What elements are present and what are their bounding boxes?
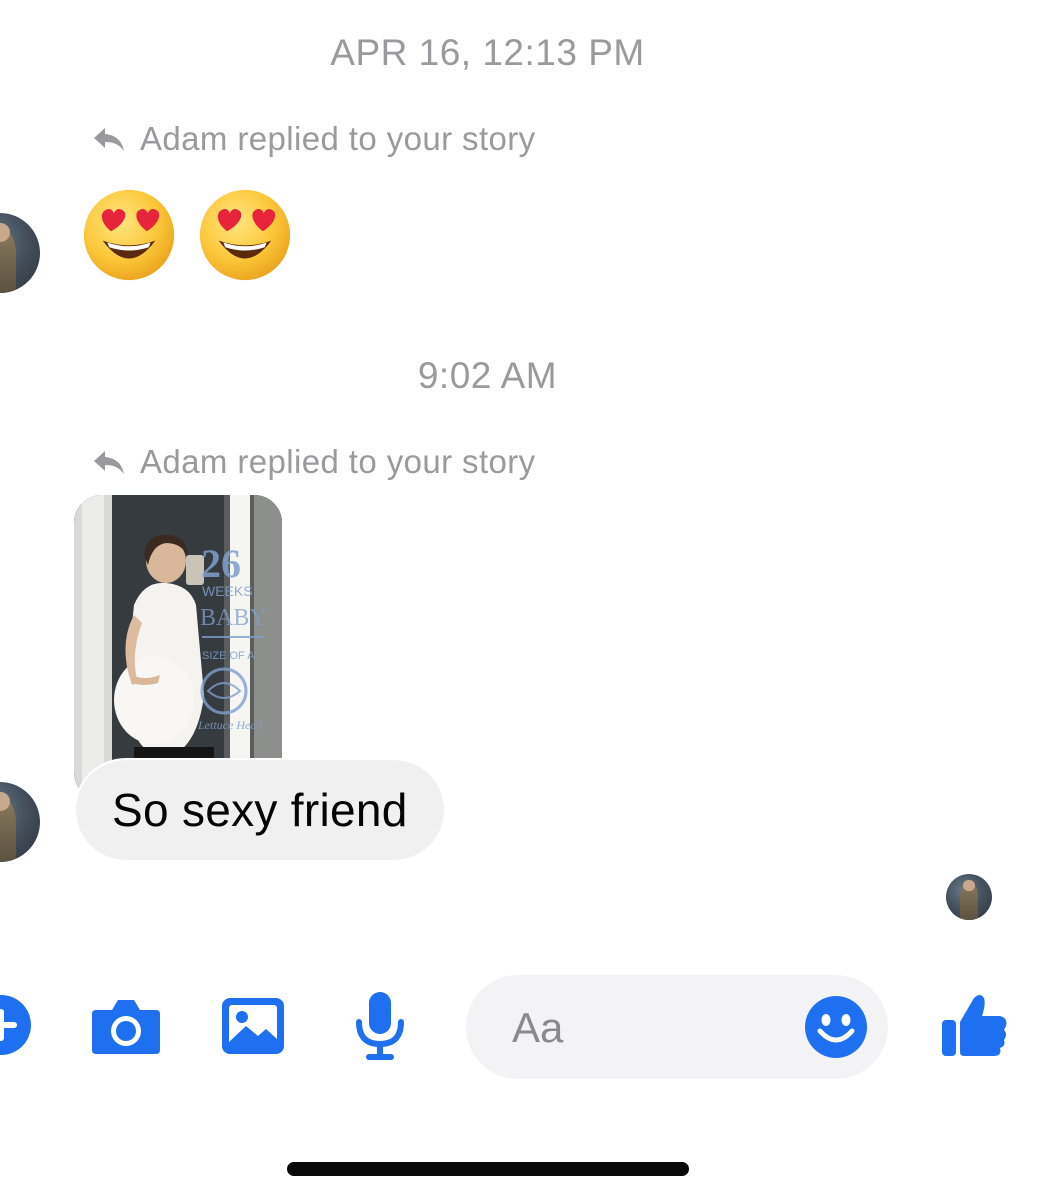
camera-icon[interactable]	[90, 996, 162, 1056]
story-overlay-baby: BABY	[200, 605, 267, 631]
story-overlay-number: 26	[201, 541, 241, 586]
smiley-icon[interactable]	[804, 995, 868, 1059]
reply-note-text: Adam replied to your story	[140, 443, 536, 480]
gallery-icon[interactable]	[220, 996, 286, 1056]
read-receipt-avatar	[946, 874, 992, 920]
reply-arrow-icon	[94, 451, 124, 474]
story-reply-note: Adam replied to your story	[92, 442, 536, 482]
heart-eyes-emoji-icon	[199, 189, 291, 281]
plus-icon[interactable]	[0, 994, 32, 1056]
microphone-icon[interactable]	[352, 990, 408, 1062]
thumbs-up-icon[interactable]	[940, 990, 1010, 1060]
message-bubble[interactable]: So sexy friend	[74, 758, 446, 862]
home-indicator[interactable]	[287, 1162, 689, 1176]
story-overlay-weeks: WEEKS	[202, 583, 253, 599]
heart-eyes-emoji-icon	[83, 189, 175, 281]
story-overlay-size: SIZE OF A	[202, 650, 255, 662]
timestamp: APR 16, 12:13 PM	[330, 32, 645, 73]
story-thumbnail[interactable]: 26 WEEKS BABY SIZE OF A Lettuce Head	[74, 495, 282, 800]
reply-note-text: Adam replied to your story	[140, 120, 536, 157]
story-overlay-item: Lettuce Head	[197, 718, 263, 732]
message-input-field[interactable]	[466, 975, 888, 1079]
message-input[interactable]	[510, 997, 794, 1059]
story-reply-note: Adam replied to your story	[92, 119, 536, 159]
timestamp: 9:02 AM	[417, 355, 558, 396]
sender-avatar[interactable]	[0, 213, 40, 293]
reply-arrow-icon	[94, 128, 124, 151]
sender-avatar[interactable]	[0, 782, 40, 862]
message-composer	[0, 970, 1050, 1082]
